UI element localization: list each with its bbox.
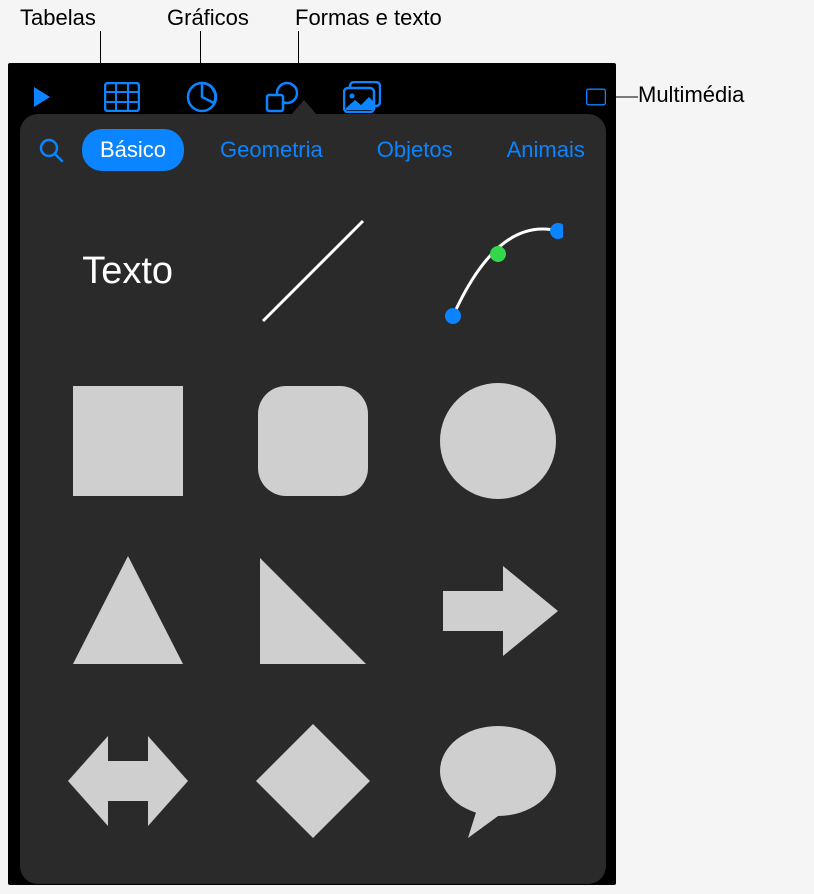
shape-right-triangle[interactable] [243, 546, 383, 676]
tab-basic[interactable]: Básico [82, 129, 184, 171]
shape-diamond[interactable] [243, 716, 383, 846]
tab-objects[interactable]: Objetos [359, 129, 471, 171]
shapes-popup: Básico Geometria Objetos Animais N Texto [20, 114, 606, 884]
shapes-grid: Texto [20, 186, 606, 884]
shape-curve[interactable] [428, 206, 568, 336]
shape-double-arrow[interactable] [58, 716, 198, 846]
shape-arrow-right[interactable] [428, 546, 568, 676]
shape-text[interactable]: Texto [58, 206, 198, 336]
shape-rounded-square[interactable] [243, 376, 383, 506]
shape-speech-bubble[interactable] [428, 716, 568, 846]
search-icon[interactable] [38, 134, 64, 166]
callout-media: Multimédia [638, 82, 744, 108]
tab-animals[interactable]: Animais [489, 129, 603, 171]
text-shape-label: Texto [82, 250, 173, 293]
callout-shapes-text: Formas e texto [295, 5, 442, 31]
tab-geometry[interactable]: Geometria [202, 129, 341, 171]
shape-circle[interactable] [428, 376, 568, 506]
category-bar: Básico Geometria Objetos Animais N [20, 114, 606, 186]
shape-line[interactable] [243, 206, 383, 336]
callout-tables: Tabelas [20, 5, 96, 31]
shape-square[interactable] [58, 376, 198, 506]
shape-triangle[interactable] [58, 546, 198, 676]
callout-charts: Gráficos [167, 5, 249, 31]
